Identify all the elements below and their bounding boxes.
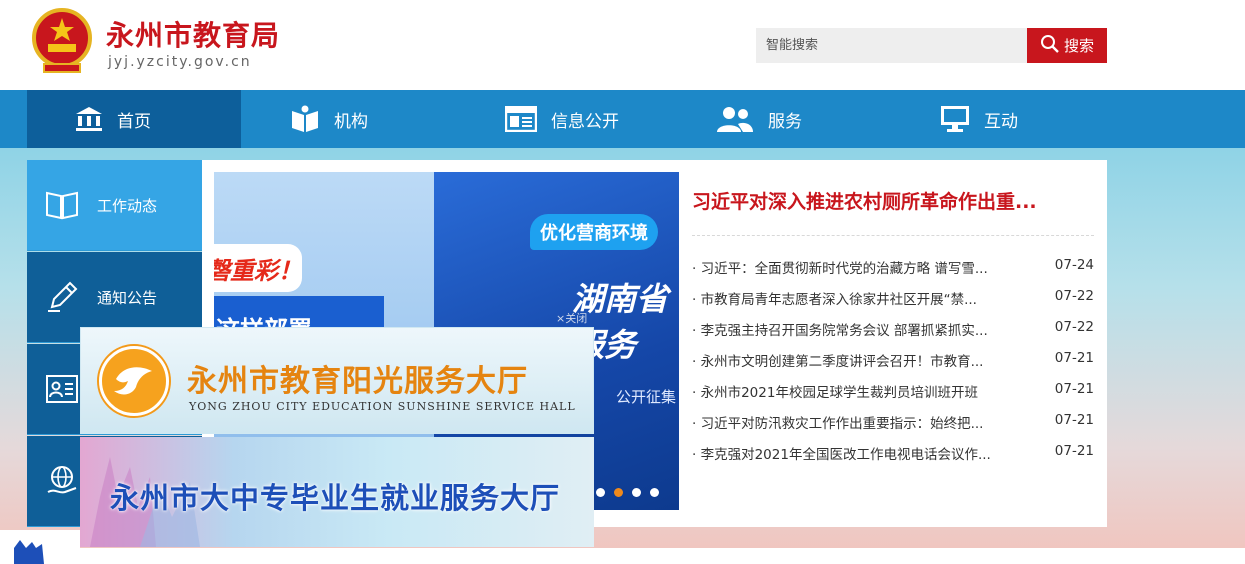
hand-icon	[14, 540, 44, 564]
news-item[interactable]: · 习近平对防汛救灾工作作出重要指示：始终把... 07-21	[692, 412, 1096, 434]
news-title: · 李克强对2021年全国医改工作电视电话会议作...	[692, 447, 991, 463]
sunshine-service-hall-banner[interactable]: 永州市教育阳光服务大厅 YONG ZHOU CITY EDUCATION SUN…	[80, 327, 594, 434]
news-item[interactable]: · 李克强对2021年全国医改工作电视电话会议作... 07-21	[692, 443, 1096, 465]
nav-item-info-disclosure[interactable]: 信息公开	[505, 90, 675, 148]
sidebar-item-work-news[interactable]: 工作动态	[27, 160, 202, 251]
search-icon	[1040, 34, 1060, 58]
pen-icon	[27, 281, 97, 313]
news-title: · 习近平对防汛救灾工作作出重要指示：始终把...	[692, 416, 984, 432]
slider-dot[interactable]	[650, 488, 659, 497]
nav-item-label: 机构	[334, 111, 368, 132]
bottom-strip	[0, 548, 1245, 564]
news-item[interactable]: · 习近平：全面贯彻新时代党的治藏方略 谱写雪... 07-24	[692, 257, 1096, 279]
headline-link[interactable]: 习近平对深入推进农村厕所革命作出重...	[692, 187, 1094, 214]
slider-dot[interactable]	[632, 488, 641, 497]
news-divider	[692, 235, 1094, 236]
slide-subtitle: 公开征集	[616, 388, 677, 406]
sunshine-hall-title: 永州市教育阳光服务大厅	[187, 364, 528, 399]
news-item[interactable]: · 李克强主持召开国务院常务会议 部署抓紧抓实... 07-22	[692, 319, 1096, 341]
users-icon	[716, 105, 754, 133]
slider-dot-active[interactable]	[614, 488, 623, 497]
bird-logo-icon	[99, 346, 169, 416]
nav-item-institutions[interactable]: 机构	[290, 90, 450, 148]
employment-hall-title: 永州市大中专毕业生就业服务大厅	[110, 481, 561, 515]
sidebar-item-label: 通知公告	[97, 288, 158, 307]
news-date: 07-21	[1054, 381, 1094, 397]
news-item[interactable]: · 市教育局青年志愿者深入徐家井社区开展“禁... 07-22	[692, 288, 1096, 310]
nav-item-home[interactable]: 首页	[27, 90, 241, 148]
news-item[interactable]: · 永州市文明创建第二季度讲评会召开！市教育... 07-21	[692, 350, 1096, 372]
news-item[interactable]: · 永州市2021年校园足球学生裁判员培训班开班 07-21	[692, 381, 1096, 403]
site-title[interactable]: 永州市教育局	[106, 14, 280, 54]
site-header: 永州市教育局 jyj.yzcity.gov.cn 搜索	[0, 0, 1245, 90]
news-title: · 永州市2021年校园足球学生裁判员培训班开班	[692, 385, 978, 401]
sidebar-item-label: 工作动态	[97, 196, 158, 215]
nav-item-services[interactable]: 服务	[716, 90, 846, 148]
main-nav: 首页 机构 信息公开 服务 互动	[0, 90, 1245, 148]
sunshine-hall-english: YONG ZHOU CITY EDUCATION SUNSHINE SERVIC…	[189, 400, 576, 413]
book-user-icon	[290, 105, 320, 133]
newspaper-icon	[505, 106, 537, 132]
slide-tag: 优化营商环境	[530, 214, 658, 250]
site-domain: jyj.yzcity.gov.cn	[108, 54, 252, 70]
national-emblem-icon[interactable]	[28, 6, 96, 78]
news-title: · 永州市文明创建第二季度讲评会召开！市教育...	[692, 354, 984, 370]
bottom-left-badge[interactable]	[0, 530, 80, 564]
news-title: · 李克强主持召开国务院常务会议 部署抓紧抓实...	[692, 323, 988, 339]
nav-item-label: 服务	[768, 111, 802, 132]
slider-dot[interactable]	[596, 488, 605, 497]
news-date: 07-22	[1054, 288, 1094, 304]
nav-item-label: 信息公开	[551, 111, 619, 132]
bank-icon	[75, 106, 103, 132]
monitor-icon	[940, 105, 970, 133]
search-button[interactable]: 搜索	[1027, 28, 1107, 63]
slide-left-badge: 磬重彩！	[214, 244, 302, 292]
nav-item-label: 首页	[117, 111, 151, 132]
news-date: 07-21	[1054, 350, 1094, 366]
float-close-button[interactable]: ×关闭	[556, 310, 587, 326]
news-date: 07-22	[1054, 319, 1094, 335]
nav-item-interaction[interactable]: 互动	[940, 90, 1070, 148]
news-title: · 习近平：全面贯彻新时代党的治藏方略 谱写雪...	[692, 261, 988, 277]
news-date: 07-21	[1054, 443, 1094, 459]
news-date: 07-21	[1054, 412, 1094, 428]
open-book-icon	[27, 190, 97, 220]
search-input[interactable]	[756, 28, 1027, 63]
nav-item-label: 互动	[984, 111, 1018, 132]
search-button-label: 搜索	[1063, 37, 1094, 55]
news-title: · 市教育局青年志愿者深入徐家井社区开展“禁...	[692, 292, 977, 308]
news-date: 07-24	[1054, 257, 1094, 273]
employment-service-hall-banner[interactable]: 永州市大中专毕业生就业服务大厅	[80, 437, 594, 547]
slider-dots	[596, 488, 659, 497]
